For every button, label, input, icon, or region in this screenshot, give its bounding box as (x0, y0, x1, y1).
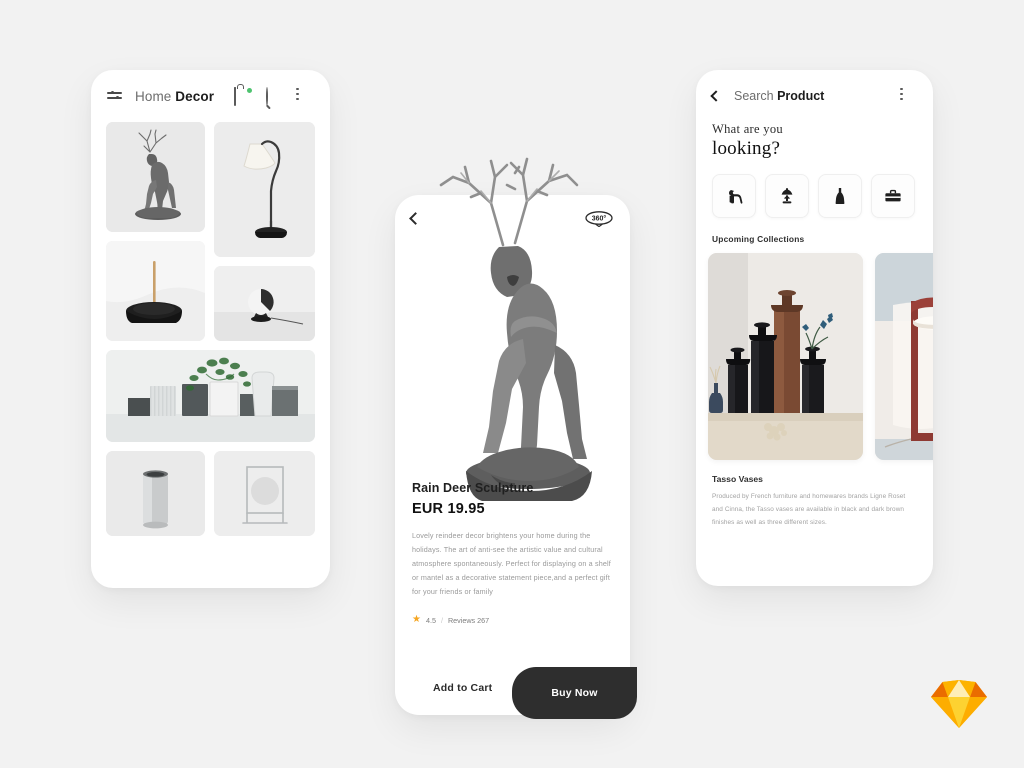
grid-tile-metal-vase[interactable] (106, 451, 205, 536)
home-decor-screen: Home Decor (91, 70, 330, 588)
collection-card-tasso-vases[interactable] (708, 253, 863, 460)
upcoming-collections-label: Upcoming Collections (712, 234, 805, 244)
search-page-title: Search Product (734, 89, 824, 103)
search-icon[interactable] (265, 86, 282, 106)
category-filters (696, 160, 933, 218)
more-vertical-icon[interactable] (296, 87, 313, 105)
search-product-screen: Search Product What are you looking? Upc… (696, 70, 933, 586)
search-prompt: What are you looking? (696, 122, 933, 160)
framed-circle-stand-image (214, 451, 315, 536)
product-detail-screen: 360° Rain Deer Sculpture EUR 19.95 Lovel… (395, 157, 637, 719)
floor-lamp-image (214, 122, 315, 257)
vase-icon (835, 188, 845, 204)
storage-box-icon (885, 189, 901, 202)
page-title: Home Decor (135, 89, 214, 104)
cart-badge-dot (247, 87, 252, 93)
collection-description: Produced by French furniture and homewar… (712, 493, 906, 526)
prompt-line-2: looking? (712, 138, 781, 159)
chevron-left-icon[interactable] (710, 90, 722, 102)
grid-tile-orb-lamp[interactable] (214, 266, 315, 341)
prompt-line-1: What are you (712, 122, 783, 136)
collections-carousel[interactable] (696, 244, 933, 460)
grid-tile-deer-sculpture[interactable] (106, 122, 205, 232)
red-table-lamp-image (875, 253, 933, 460)
star-icon: ★ (412, 614, 421, 626)
search-title-bold: Product (777, 89, 825, 103)
product-name: Rain Deer Sculpture (412, 481, 534, 495)
grid-row (106, 122, 315, 341)
filter-menu-icon[interactable] (107, 90, 123, 102)
svg-text:360°: 360° (592, 215, 607, 223)
planters-collection-image (106, 350, 315, 442)
rotate-360-badge[interactable]: 360° (584, 208, 614, 228)
grid-row (106, 350, 315, 442)
rating-row: ★ 4.5 / Reviews 267 (412, 615, 613, 625)
orb-lamp-image (214, 266, 315, 341)
deer-sculpture-image (106, 122, 205, 232)
collection-title: Tasso Vases (712, 474, 763, 484)
rating-separator: / (440, 615, 443, 625)
search-title-light: Search (734, 89, 774, 103)
collection-card-red-table-lamp[interactable] (875, 253, 933, 460)
metal-vase-image (106, 451, 205, 536)
home-header: Home Decor (91, 70, 330, 122)
tasso-vases-image (708, 253, 863, 460)
product-info: Rain Deer Sculpture EUR 19.95 Lovely rei… (395, 481, 630, 625)
animal-figurine-icon (729, 187, 743, 204)
more-vertical-icon[interactable] (900, 87, 917, 105)
product-price: EUR 19.95 (412, 501, 485, 517)
category-storage-box[interactable] (871, 174, 915, 218)
grid-tile-framed-circle-stand[interactable] (214, 451, 315, 536)
product-grid (91, 122, 330, 536)
sketch-logo (930, 678, 988, 730)
page-title-light: Home (135, 88, 172, 104)
reviews-count[interactable]: Reviews 267 (448, 616, 489, 625)
page-title-bold: Decor (175, 88, 215, 104)
product-actions: Add to Cart Buy Now (395, 661, 637, 719)
chevron-left-icon[interactable] (409, 211, 422, 225)
grid-row (106, 451, 315, 536)
incense-holder-image (106, 241, 205, 341)
shopping-bag-icon[interactable] (234, 86, 252, 106)
add-to-cart-button[interactable]: Add to Cart (395, 682, 492, 694)
grid-tile-incense-holder[interactable] (106, 241, 205, 341)
grid-tile-planters-collection[interactable] (106, 350, 315, 442)
category-vase[interactable] (818, 174, 862, 218)
product-description: Lovely reindeer decor brightens your hom… (412, 531, 611, 597)
screenshot-stage: Home Decor 360° Rain Deer Sculpture EUR … (0, 0, 1024, 768)
category-table-lamp[interactable] (765, 174, 809, 218)
product-topbar: 360° (395, 195, 630, 241)
rating-value: 4.5 (425, 615, 436, 625)
category-animal-figurine[interactable] (712, 174, 756, 218)
search-header: Search Product (696, 70, 933, 122)
buy-now-button[interactable]: Buy Now (512, 667, 637, 719)
table-lamp-icon (781, 188, 793, 204)
grid-tile-floor-lamp[interactable] (214, 122, 315, 257)
header-actions (234, 86, 313, 106)
